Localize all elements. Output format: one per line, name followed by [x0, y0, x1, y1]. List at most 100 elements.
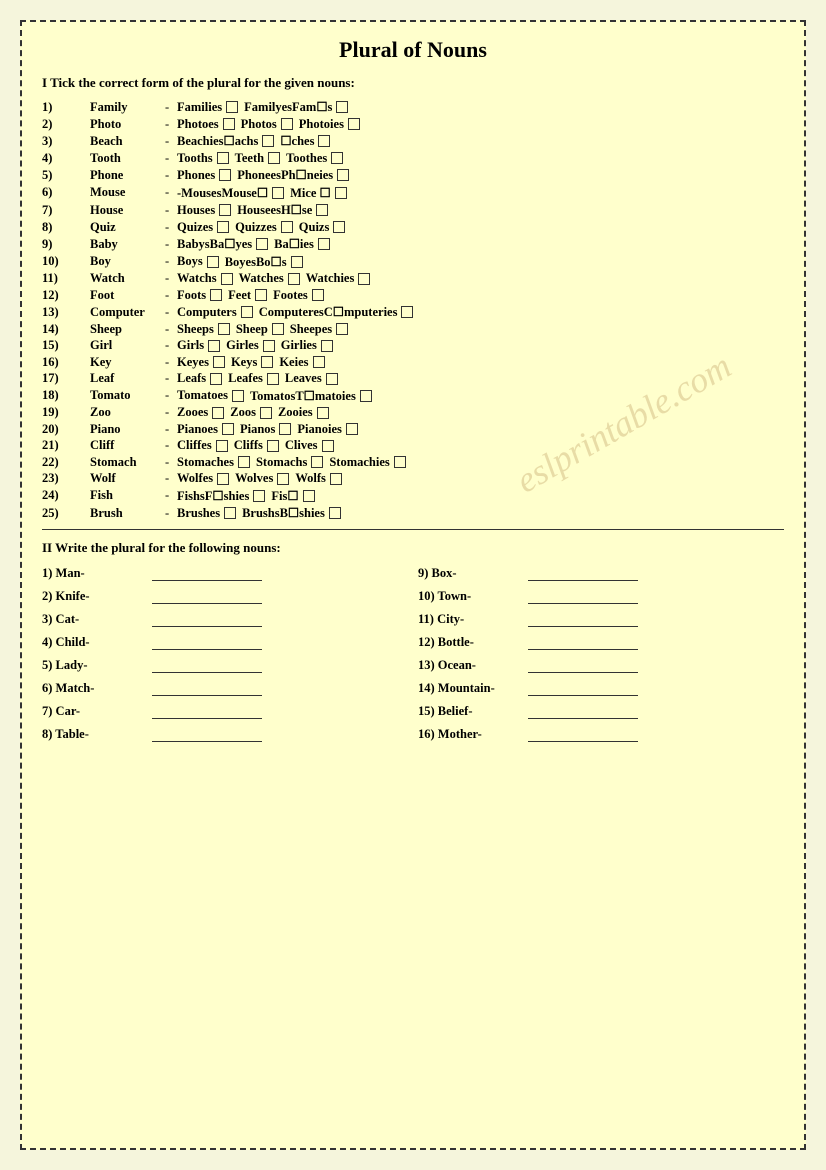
checkbox[interactable]	[330, 473, 342, 485]
checkbox[interactable]	[238, 456, 250, 468]
answer-line[interactable]	[152, 705, 262, 719]
checkbox[interactable]	[217, 221, 229, 233]
answer-line[interactable]	[528, 705, 638, 719]
checkbox[interactable]	[335, 187, 347, 199]
checkbox[interactable]	[318, 238, 330, 250]
list-item: 9) Box-	[418, 564, 784, 583]
checkbox[interactable]	[255, 289, 267, 301]
option: Quizzes	[235, 220, 295, 235]
answer-line[interactable]	[528, 567, 638, 581]
checkbox[interactable]	[208, 340, 220, 352]
checkbox[interactable]	[223, 118, 235, 130]
answer-line[interactable]	[152, 613, 262, 627]
option: Sheepes	[290, 322, 350, 337]
checkbox[interactable]	[241, 306, 253, 318]
checkbox[interactable]	[260, 407, 272, 419]
checkbox[interactable]	[277, 473, 289, 485]
checkbox[interactable]	[333, 221, 345, 233]
checkbox[interactable]	[317, 407, 329, 419]
checkbox[interactable]	[394, 456, 406, 468]
checkbox[interactable]	[213, 356, 225, 368]
checkbox[interactable]	[224, 507, 236, 519]
checkbox[interactable]	[268, 152, 280, 164]
answer-line[interactable]	[528, 659, 638, 673]
checkbox[interactable]	[272, 187, 284, 199]
list-item: 3) Cat-	[42, 610, 408, 629]
list-item: 12) Foot - Foots Feet Footes	[42, 288, 784, 303]
option: Leafes	[228, 371, 281, 386]
checkbox[interactable]	[217, 473, 229, 485]
worksheet: eslprintable.com Plural of Nouns I Tick …	[20, 20, 806, 1150]
checkbox[interactable]	[219, 204, 231, 216]
option: Zooes	[177, 405, 226, 420]
list-item: 13) Computer - Computers ComputeresC☐mpu…	[42, 304, 784, 320]
checkbox[interactable]	[210, 373, 222, 385]
checkbox[interactable]	[291, 256, 303, 268]
option: Beachies☐achs	[177, 133, 276, 149]
checkbox[interactable]	[336, 323, 348, 335]
option: Photoes	[177, 117, 237, 132]
option: Stomachies	[329, 455, 407, 470]
checkbox[interactable]	[336, 101, 348, 113]
checkbox[interactable]	[288, 273, 300, 285]
checkbox[interactable]	[316, 204, 328, 216]
option: Stomachs	[256, 455, 325, 470]
checkbox[interactable]	[261, 356, 273, 368]
plural-rows: 1) Family - Families FamilyesFam☐s 2) Ph…	[42, 99, 784, 521]
checkbox[interactable]	[322, 440, 334, 452]
checkbox[interactable]	[360, 390, 372, 402]
checkbox[interactable]	[212, 407, 224, 419]
answer-line[interactable]	[152, 728, 262, 742]
checkbox[interactable]	[312, 289, 324, 301]
checkbox[interactable]	[263, 340, 275, 352]
checkbox[interactable]	[232, 390, 244, 402]
answer-line[interactable]	[528, 613, 638, 627]
answer-line[interactable]	[152, 636, 262, 650]
checkbox[interactable]	[216, 440, 228, 452]
answer-line[interactable]	[152, 682, 262, 696]
checkbox[interactable]	[326, 373, 338, 385]
checkbox[interactable]	[303, 490, 315, 502]
answer-line[interactable]	[528, 728, 638, 742]
checkbox[interactable]	[358, 273, 370, 285]
checkbox[interactable]	[281, 118, 293, 130]
checkbox[interactable]	[346, 423, 358, 435]
checkbox[interactable]	[221, 273, 233, 285]
checkbox[interactable]	[218, 323, 230, 335]
checkbox[interactable]	[331, 152, 343, 164]
checkbox[interactable]	[219, 169, 231, 181]
checkbox[interactable]	[210, 289, 222, 301]
answer-line[interactable]	[528, 590, 638, 604]
option: Phones	[177, 168, 233, 183]
checkbox[interactable]	[253, 490, 265, 502]
answer-line[interactable]	[152, 567, 262, 581]
checkbox[interactable]	[267, 440, 279, 452]
checkbox[interactable]	[311, 456, 323, 468]
checkbox[interactable]	[279, 423, 291, 435]
checkbox[interactable]	[207, 256, 219, 268]
checkbox[interactable]	[226, 101, 238, 113]
checkbox[interactable]	[401, 306, 413, 318]
option: Zooies	[278, 405, 331, 420]
answer-line[interactable]	[152, 590, 262, 604]
answer-line[interactable]	[528, 682, 638, 696]
checkbox[interactable]	[337, 169, 349, 181]
checkbox[interactable]	[313, 356, 325, 368]
checkbox[interactable]	[329, 507, 341, 519]
checkbox[interactable]	[256, 238, 268, 250]
answer-line[interactable]	[528, 636, 638, 650]
checkbox[interactable]	[267, 373, 279, 385]
checkbox[interactable]	[281, 221, 293, 233]
list-item: 21) Cliff - Cliffes Cliffs Clives	[42, 438, 784, 453]
checkbox[interactable]	[217, 152, 229, 164]
checkbox[interactable]	[318, 135, 330, 147]
page-title: Plural of Nouns	[42, 37, 784, 63]
checkbox[interactable]	[321, 340, 333, 352]
answer-line[interactable]	[152, 659, 262, 673]
checkbox[interactable]	[262, 135, 274, 147]
checkbox[interactable]	[272, 323, 284, 335]
checkbox[interactable]	[222, 423, 234, 435]
option: Leafs	[177, 371, 224, 386]
list-item: 14) Mountain-	[418, 679, 784, 698]
checkbox[interactable]	[348, 118, 360, 130]
